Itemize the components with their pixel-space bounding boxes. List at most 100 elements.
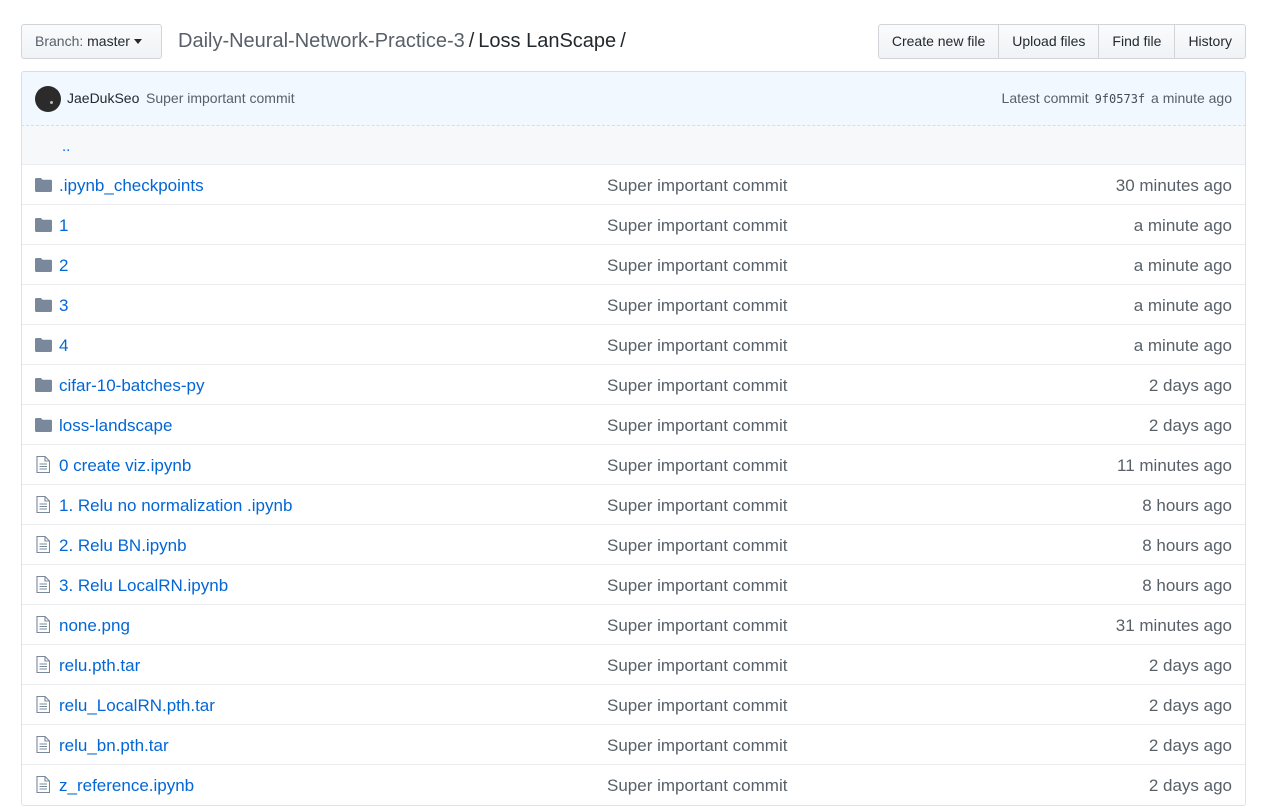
- file-navigation: Branch: master Daily-Neural-Network-Prac…: [21, 24, 1246, 59]
- latest-commit-bar: JaeDukSeo Super important commit Latest …: [21, 71, 1246, 126]
- commit-age: 8 hours ago: [1142, 496, 1232, 515]
- folder-link[interactable]: cifar-10-batches-py: [59, 376, 205, 396]
- find-file-button[interactable]: Find file: [1098, 24, 1176, 59]
- file-row: 2 Super important commit a minute ago: [22, 245, 1245, 285]
- folder-icon: [35, 338, 52, 352]
- file-icon: [36, 775, 53, 794]
- commit-age: 8 hours ago: [1142, 576, 1232, 595]
- file-link[interactable]: relu_bn.pth.tar: [59, 736, 169, 756]
- commit-age: 31 minutes ago: [1115, 616, 1232, 635]
- commit-message-link[interactable]: Super important commit: [607, 776, 787, 796]
- commit-message-link[interactable]: Super important commit: [607, 256, 787, 276]
- folder-link[interactable]: .ipynb_checkpoints: [59, 176, 204, 196]
- file-icon: [36, 615, 53, 634]
- file-link[interactable]: none.png: [59, 616, 130, 636]
- file-link[interactable]: 1. Relu no normalization .ipynb: [59, 496, 292, 516]
- file-row: 3 Super important commit a minute ago: [22, 285, 1245, 325]
- branch-name: master: [87, 33, 130, 49]
- commit-message-link[interactable]: Super important commit: [607, 536, 787, 556]
- file-icon: [36, 575, 53, 594]
- commit-message-link[interactable]: Super important commit: [607, 456, 787, 476]
- file-link[interactable]: relu_LocalRN.pth.tar: [59, 696, 215, 716]
- folder-link[interactable]: 4: [59, 336, 68, 356]
- parent-directory-link[interactable]: ..: [62, 138, 70, 155]
- breadcrumb-repo-link[interactable]: Daily-Neural-Network-Practice-3: [178, 30, 465, 52]
- file-row: relu_LocalRN.pth.tar Super important comm…: [22, 685, 1245, 725]
- file-link[interactable]: relu.pth.tar: [59, 656, 140, 676]
- commit-message-link[interactable]: Super important commit: [607, 576, 787, 596]
- file-link[interactable]: 3. Relu LocalRN.ipynb: [59, 576, 228, 596]
- file-row: 2. Relu BN.ipynb Super important commit 8 …: [22, 525, 1245, 565]
- commit-time: a minute ago: [1151, 90, 1232, 106]
- file-icon: [36, 455, 53, 474]
- avatar[interactable]: [35, 86, 61, 112]
- commit-message-link[interactable]: Super important commit: [607, 176, 787, 196]
- commit-message-link[interactable]: Super important commit: [607, 736, 787, 756]
- commit-message-link[interactable]: Super important commit: [607, 416, 787, 436]
- commit-author-link[interactable]: JaeDukSeo: [67, 90, 139, 106]
- file-row: 3. Relu LocalRN.ipynb Super important com…: [22, 565, 1245, 605]
- file-icon: [36, 655, 53, 674]
- file-row: .ipynb_checkpoints Super important commit…: [22, 165, 1245, 205]
- commit-message-link[interactable]: Super important commit: [607, 336, 787, 356]
- commit-age: a minute ago: [1133, 336, 1232, 355]
- commit-message-link[interactable]: Super important commit: [607, 696, 787, 716]
- commit-message-link[interactable]: Super important commit: [607, 496, 787, 516]
- parent-directory-row: ..: [22, 126, 1245, 165]
- commit-age: 2 days ago: [1148, 696, 1232, 715]
- file-row: 4 Super important commit a minute ago: [22, 325, 1245, 365]
- latest-commit-info: Latest commit 9f0573f a minute ago: [1002, 90, 1232, 106]
- file-link[interactable]: 2. Relu BN.ipynb: [59, 536, 187, 556]
- file-icon: [36, 735, 53, 754]
- folder-icon: [35, 258, 52, 272]
- file-row: none.png Super important commit 31 minutes…: [22, 605, 1245, 645]
- file-list: .. .ipynb_checkpoints Super important com…: [21, 126, 1246, 806]
- file-row: 0 create viz.ipynb Super important commit…: [22, 445, 1245, 485]
- folder-link[interactable]: 1: [59, 216, 68, 236]
- commit-age: 11 minutes ago: [1117, 456, 1232, 475]
- commit-message-link[interactable]: Super important commit: [607, 216, 787, 236]
- breadcrumb-current-folder: Loss LanScape: [478, 30, 617, 52]
- file-row: loss-landscape Super important commit 2 da…: [22, 405, 1245, 445]
- commit-message-link[interactable]: Super important commit: [607, 656, 787, 676]
- commit-message-link[interactable]: Super important commit: [607, 616, 787, 636]
- branch-select-button[interactable]: Branch: master: [21, 24, 162, 59]
- file-row: 1. Relu no normalization .ipynb Super imp…: [22, 485, 1245, 525]
- commit-sha-link[interactable]: 9f0573f: [1095, 92, 1146, 106]
- commit-age: a minute ago: [1133, 256, 1232, 275]
- file-actions-group: Create new file Upload files Find file H…: [877, 24, 1246, 59]
- file-link[interactable]: z_reference.ipynb: [59, 776, 194, 796]
- folder-link[interactable]: 3: [59, 296, 68, 316]
- file-icon: [36, 535, 53, 554]
- breadcrumb-separator: /: [620, 30, 626, 52]
- folder-link[interactable]: loss-landscape: [59, 416, 172, 436]
- latest-commit-label: Latest commit: [1001, 90, 1089, 106]
- commit-age: 2 days ago: [1148, 416, 1232, 435]
- commit-age: 2 days ago: [1148, 776, 1232, 795]
- upload-files-button[interactable]: Upload files: [998, 24, 1100, 59]
- folder-icon: [35, 418, 52, 432]
- commit-age: a minute ago: [1133, 216, 1232, 235]
- commit-age: 2 days ago: [1148, 376, 1232, 395]
- history-button[interactable]: History: [1174, 24, 1246, 59]
- folder-icon: [35, 298, 52, 312]
- breadcrumb-separator: /: [468, 30, 475, 52]
- file-row: cifar-10-batches-py Super important commi…: [22, 365, 1245, 405]
- file-row: relu_bn.pth.tar Super important commit 2 d…: [22, 725, 1245, 765]
- commit-age: 8 hours ago: [1142, 536, 1232, 555]
- create-new-file-button[interactable]: Create new file: [877, 24, 1000, 59]
- commit-age: 2 days ago: [1148, 656, 1232, 675]
- folder-link[interactable]: 2: [59, 256, 68, 276]
- file-row: 1 Super important commit a minute ago: [22, 205, 1245, 245]
- commit-message-link[interactable]: Super important commit: [146, 90, 295, 106]
- file-icon: [36, 695, 53, 714]
- commit-message-link[interactable]: Super important commit: [607, 376, 787, 396]
- file-link[interactable]: 0 create viz.ipynb: [59, 456, 191, 476]
- caret-down-icon: [133, 39, 142, 44]
- commit-message-link[interactable]: Super important commit: [607, 296, 787, 316]
- commit-age: 2 days ago: [1148, 736, 1232, 755]
- folder-icon: [35, 218, 52, 232]
- file-row: z_reference.ipynb Super important commit 2…: [22, 765, 1245, 805]
- commit-age: a minute ago: [1133, 296, 1232, 315]
- breadcrumb: Daily-Neural-Network-Practice-3/Loss Lan…: [178, 27, 630, 55]
